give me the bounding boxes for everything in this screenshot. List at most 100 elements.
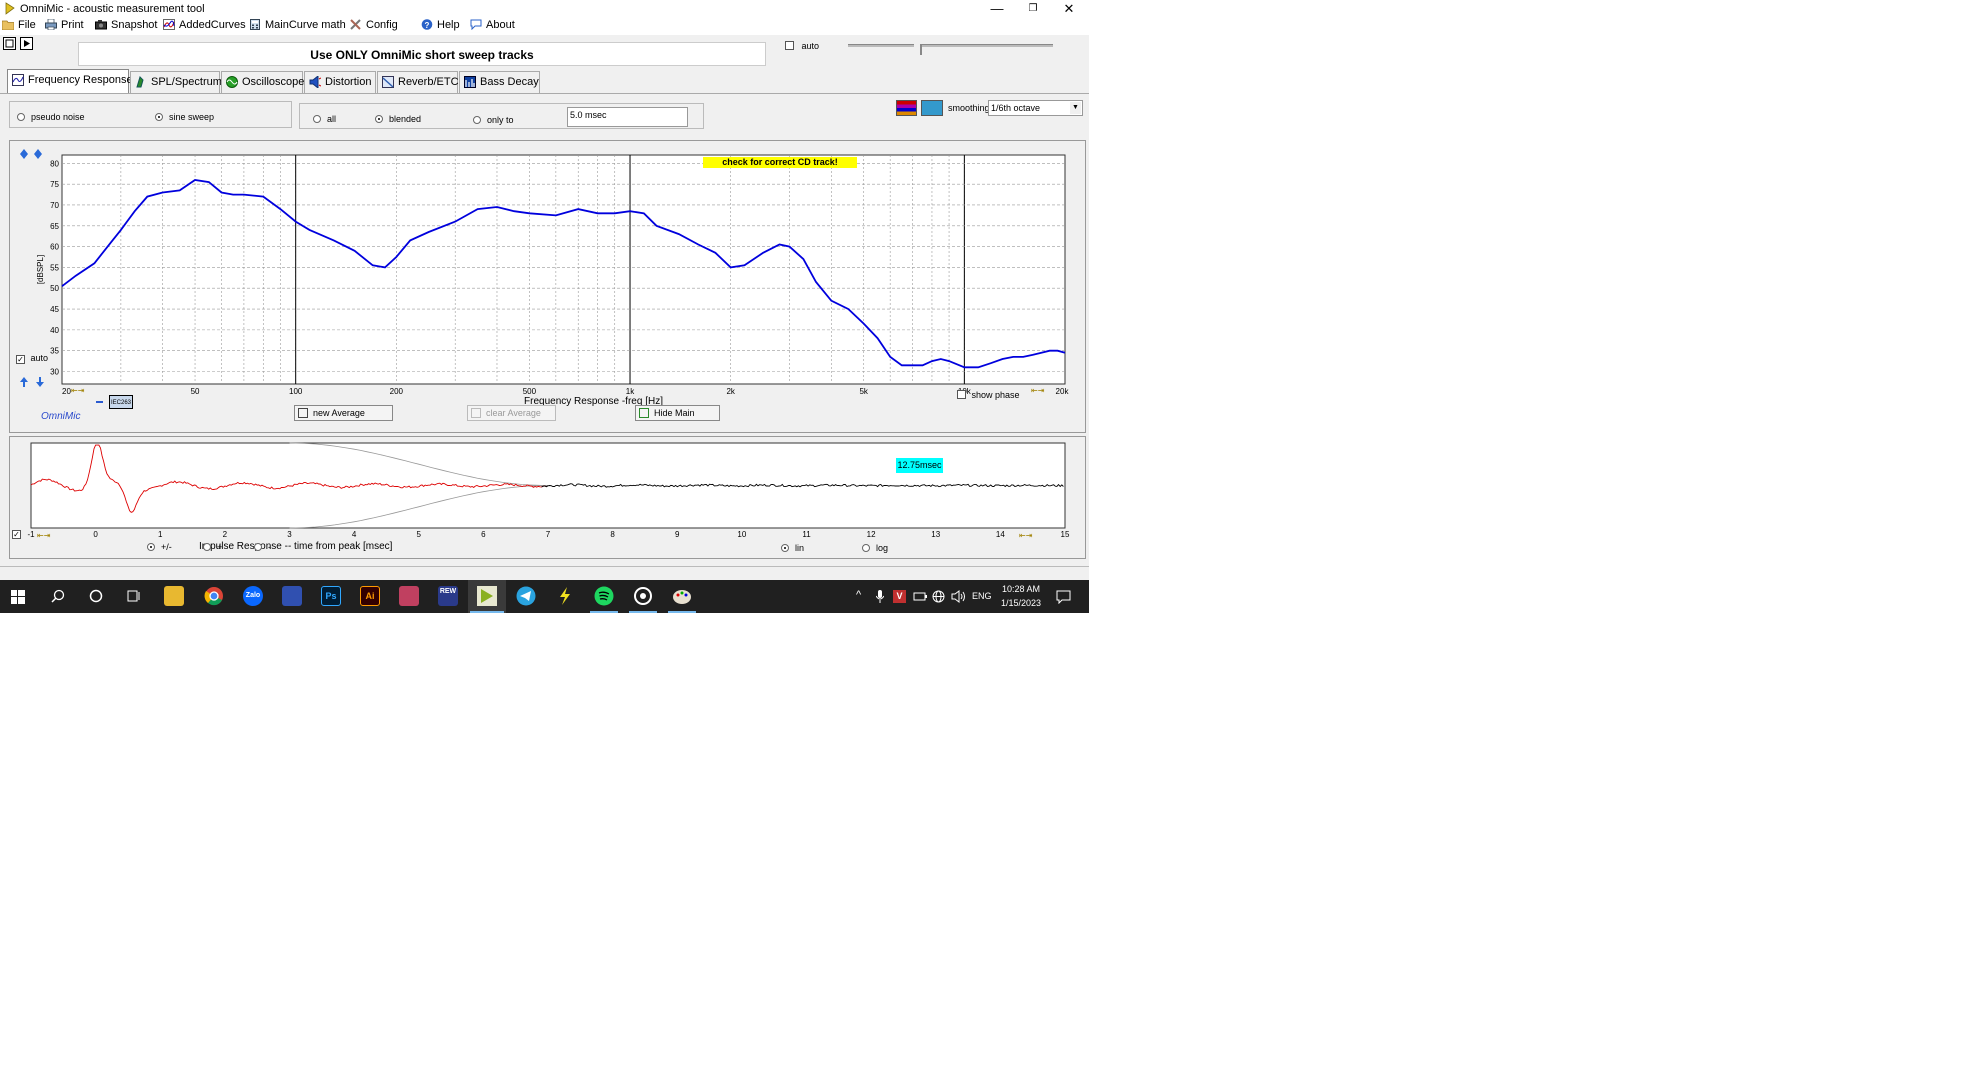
- menu-about[interactable]: About: [470, 19, 515, 31]
- all-option[interactable]: all: [313, 114, 336, 124]
- menu-help[interactable]: ? Help: [421, 19, 460, 31]
- taskview-icon[interactable]: [127, 589, 141, 603]
- y-tick-label: 55: [50, 263, 59, 272]
- chrome-icon[interactable]: [204, 586, 224, 606]
- impulse-auto-checkbox[interactable]: ✓: [12, 527, 21, 539]
- polarity-both-option[interactable]: +/-: [147, 542, 172, 552]
- tab-spl-spectrum[interactable]: SPL/Spectrum: [130, 71, 222, 93]
- level-slider-thumb[interactable]: [920, 44, 922, 55]
- clock-date[interactable]: 1/15/2023: [1001, 598, 1041, 608]
- blended-radio[interactable]: [375, 115, 383, 123]
- minimize-button[interactable]: —: [985, 1, 1009, 16]
- start-icon[interactable]: [11, 590, 25, 604]
- spotify-icon[interactable]: [594, 586, 614, 606]
- scale-log-radio[interactable]: [862, 544, 870, 552]
- search-icon[interactable]: [51, 589, 65, 603]
- explorer-icon[interactable]: [164, 586, 184, 606]
- globe-icon[interactable]: [932, 590, 945, 603]
- signal-type-group: pseudo noise sine sweep: [9, 101, 292, 128]
- pseudo-noise-option[interactable]: pseudo noise: [17, 112, 85, 122]
- impulse-x-tick-label: 5: [417, 530, 422, 539]
- menu-maincurve-math[interactable]: MainCurve math: [249, 19, 346, 31]
- menu-config[interactable]: Config: [350, 19, 398, 31]
- frequency-response-chart[interactable]: 303540455055606570758020 50 100 200 500 1k 2k 5…: [30, 150, 1080, 408]
- all-radio[interactable]: [313, 115, 321, 123]
- notification-icon[interactable]: [1056, 590, 1071, 604]
- photoshop-icon[interactable]: Ps: [321, 586, 341, 606]
- polarity-minus-radio[interactable]: [254, 543, 262, 551]
- cortana-icon[interactable]: [89, 589, 103, 603]
- app3-icon[interactable]: [633, 586, 653, 606]
- color-palette-button[interactable]: [896, 100, 917, 116]
- volume-icon[interactable]: [951, 590, 966, 603]
- menu-snapshot[interactable]: Snapshot: [95, 19, 157, 31]
- polarity-plus-radio[interactable]: [203, 543, 211, 551]
- curves-icon: [163, 19, 175, 30]
- auto-checkbox-box[interactable]: [785, 41, 794, 50]
- level-slider-left[interactable]: [848, 44, 914, 47]
- menu-file[interactable]: File: [1, 19, 36, 31]
- show-phase-box[interactable]: [957, 390, 966, 399]
- rew-icon[interactable]: REW: [438, 586, 458, 606]
- vpn-icon[interactable]: V: [893, 590, 906, 603]
- only-to-option[interactable]: only to: [473, 115, 514, 125]
- impulse-auto-box[interactable]: ✓: [12, 530, 21, 539]
- level-slider-right[interactable]: [921, 44, 1053, 47]
- battery-icon[interactable]: [913, 591, 927, 602]
- clock-time[interactable]: 10:28 AM: [1002, 584, 1040, 594]
- app2-icon[interactable]: [399, 586, 419, 606]
- polarity-minus-option[interactable]: -: [254, 542, 271, 552]
- language-indicator[interactable]: ENG: [972, 591, 992, 601]
- auto-checkbox[interactable]: auto: [785, 41, 819, 51]
- scale-log-option[interactable]: log: [862, 543, 888, 553]
- illustrator-icon[interactable]: Ai: [360, 586, 380, 606]
- taskbar: Zalo Ps Ai REW ^ V ENG 10:28 AM 1/15/202…: [0, 580, 1089, 613]
- paint-icon[interactable]: [672, 586, 692, 606]
- microphone-icon[interactable]: [876, 590, 884, 603]
- polarity-plus-option[interactable]: +: [203, 542, 222, 552]
- impulse-x-axis-label: Impulse Response -- time from peak [msec…: [199, 541, 393, 552]
- menu-about-label: About: [486, 19, 515, 31]
- telegram-icon[interactable]: [516, 586, 536, 606]
- tab-frequency-response[interactable]: Frequency Response: [7, 69, 133, 93]
- smoothing-select[interactable]: 1/6th octave ▼: [988, 100, 1083, 116]
- tab-oscilloscope[interactable]: Oscilloscope: [221, 71, 304, 93]
- tab-bass-decay[interactable]: Bass Decay: [459, 71, 540, 93]
- play-button[interactable]: [20, 37, 33, 50]
- legend-iec263[interactable]: IEC263: [109, 395, 133, 409]
- close-button[interactable]: ✕: [1057, 1, 1081, 16]
- app-icon[interactable]: [282, 586, 302, 606]
- menu-print-label: Print: [61, 19, 84, 31]
- help-icon: ?: [421, 19, 433, 30]
- menu-addedcurves[interactable]: AddedCurves: [163, 19, 246, 31]
- spl-meter-icon: [136, 76, 144, 88]
- chevron-up-icon[interactable]: ^: [856, 589, 861, 601]
- polarity-both-radio[interactable]: [147, 543, 155, 551]
- calculator-icon: [249, 19, 261, 30]
- hide-main-button[interactable]: Hide Main: [635, 405, 720, 421]
- scale-lin-radio[interactable]: [781, 544, 789, 552]
- y-auto-check-box[interactable]: ✓: [16, 355, 25, 364]
- new-average-button[interactable]: new Average: [294, 405, 393, 421]
- omnimic-icon[interactable]: [477, 586, 497, 606]
- sine-sweep-radio[interactable]: [155, 113, 163, 121]
- menu-print[interactable]: Print: [45, 18, 84, 31]
- window-time-input[interactable]: 5.0 msec: [567, 107, 688, 127]
- curve-style-button[interactable]: [921, 100, 943, 116]
- stop-button[interactable]: [3, 37, 16, 50]
- tab-reverb-etc[interactable]: Reverb/ETC: [377, 71, 459, 93]
- impulse-x-tick-label: 6: [481, 530, 486, 539]
- tab-distortion[interactable]: Distortion: [304, 71, 376, 93]
- restore-button[interactable]: ❐: [1021, 1, 1045, 16]
- zalo-icon[interactable]: Zalo: [243, 586, 263, 606]
- show-phase-checkbox[interactable]: show phase: [957, 390, 1020, 400]
- only-to-radio[interactable]: [473, 116, 481, 124]
- polarity-plus-label: +: [217, 542, 223, 552]
- time-cursor-label[interactable]: 12.75msec: [896, 458, 943, 473]
- clear-average-button[interactable]: clear Average: [467, 405, 556, 421]
- flash-icon[interactable]: [555, 586, 575, 606]
- sine-sweep-option[interactable]: sine sweep: [155, 112, 214, 122]
- blended-option[interactable]: blended: [375, 114, 421, 124]
- pseudo-noise-radio[interactable]: [17, 113, 25, 121]
- scale-lin-option[interactable]: lin: [781, 543, 804, 553]
